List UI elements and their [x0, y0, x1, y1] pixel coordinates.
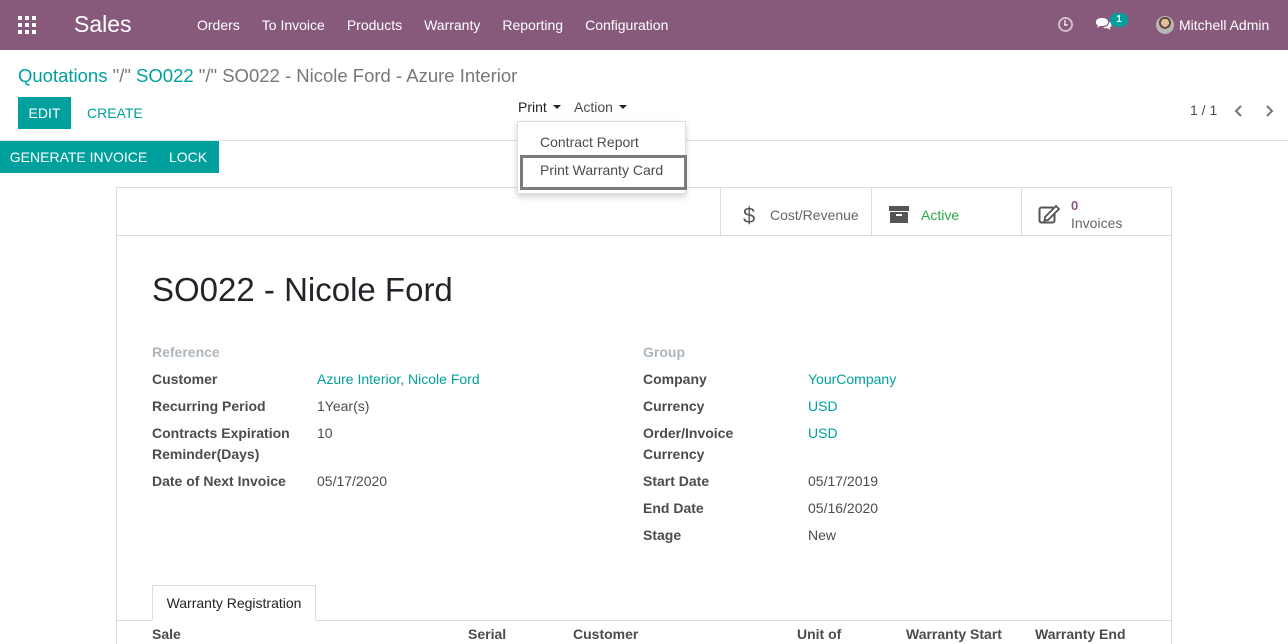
start-date-value: 05/17/2019	[808, 473, 879, 489]
menu-products[interactable]: Products	[336, 0, 413, 50]
menu-warranty[interactable]: Warranty	[413, 0, 491, 50]
menu-reporting[interactable]: Reporting	[491, 0, 574, 50]
menu-to-invoice[interactable]: To Invoice	[251, 0, 336, 50]
stage-value: New	[808, 527, 837, 543]
reference-label: Reference	[152, 344, 220, 360]
app-title[interactable]: Sales	[74, 11, 132, 38]
invoices-count: 0	[1071, 198, 1079, 213]
company-value[interactable]: YourCompany	[808, 369, 896, 390]
tab-warranty-registration[interactable]: Warranty Registration	[152, 585, 316, 621]
group-label: Group	[643, 344, 685, 360]
column-header-customer[interactable]: Customer	[573, 626, 638, 642]
column-header-unit-of[interactable]: Unit of	[797, 626, 841, 642]
customer-label: Customer	[152, 371, 218, 387]
print-dropdown-button[interactable]: Print	[518, 95, 561, 119]
column-header-serial[interactable]: Serial	[468, 626, 506, 642]
user-menu[interactable]: Mitchell Admin	[1179, 0, 1269, 50]
smart-button-box: $ Cost/Revenue Active 0 Invoices	[117, 188, 1171, 236]
stage-label: Stage	[643, 527, 682, 543]
breadcrumb-quotations[interactable]: Quotations	[18, 65, 107, 86]
column-header-warranty-end[interactable]: Warranty End	[1035, 626, 1126, 642]
caret-down-icon	[552, 105, 561, 110]
pager-value[interactable]: 1 / 1	[1190, 102, 1217, 118]
order-currency-label-line2: Currency	[643, 446, 705, 462]
end-date-label: End Date	[643, 500, 704, 516]
main-menu: Orders To Invoice Products Warranty Repo…	[186, 0, 679, 50]
company-label: Company	[643, 371, 707, 387]
order-currency-value[interactable]: USD	[808, 423, 838, 444]
expiration-reminder-label-line2: Reminder(Days)	[152, 446, 260, 462]
breadcrumb: Quotations "/" SO022 "/" SO022 - Nicole …	[18, 65, 517, 87]
create-button[interactable]: CREATE	[87, 97, 143, 129]
next-invoice-date-value: 05/17/2020	[317, 473, 388, 489]
generate-invoice-button[interactable]: GENERATE INVOICE	[0, 141, 157, 173]
currency-value[interactable]: USD	[808, 396, 838, 417]
invoices-button[interactable]: 0 Invoices	[1021, 188, 1171, 236]
menu-item-print-warranty-card[interactable]: Print Warranty Card	[540, 162, 663, 178]
breadcrumb-current: SO022 - Nicole Ford - Azure Interior	[222, 65, 518, 86]
breadcrumb-separator: "/"	[107, 65, 137, 86]
print-label: Print	[518, 99, 547, 115]
next-invoice-date-label: Date of Next Invoice	[152, 473, 286, 489]
edit-button[interactable]: EDIT	[18, 97, 71, 129]
order-currency-label-line1: Order/Invoice	[643, 425, 734, 441]
column-header-sale[interactable]: Sale	[152, 626, 181, 642]
form-sheet: $ Cost/Revenue Active 0 Invoices SO022 -…	[116, 187, 1172, 644]
start-date-label: Start Date	[643, 473, 710, 489]
active-toggle-button[interactable]: Active	[871, 188, 1021, 236]
menu-configuration[interactable]: Configuration	[574, 0, 679, 50]
cost-revenue-label: Cost/Revenue	[770, 207, 859, 223]
chevron-right-icon[interactable]	[1262, 103, 1276, 119]
action-dropdown-button[interactable]: Action	[574, 95, 627, 119]
caret-down-icon	[618, 105, 627, 110]
svg-text:$: $	[743, 203, 755, 225]
apps-grid-icon[interactable]	[18, 16, 36, 34]
top-navbar: Sales Orders To Invoice Products Warrant…	[0, 0, 1288, 50]
avatar[interactable]	[1156, 16, 1174, 34]
activity-clock-icon[interactable]	[1058, 17, 1073, 32]
active-label: Active	[921, 207, 960, 223]
action-label: Action	[574, 99, 613, 115]
menu-orders[interactable]: Orders	[186, 0, 251, 50]
cost-revenue-button[interactable]: $ Cost/Revenue	[720, 188, 871, 236]
column-header-warranty-start[interactable]: Warranty Start	[906, 626, 1002, 642]
currency-label: Currency	[643, 398, 705, 414]
menu-item-contract-report[interactable]: Contract Report	[540, 134, 639, 150]
breadcrumb-separator: "/"	[193, 65, 223, 86]
chevron-left-icon[interactable]	[1232, 103, 1246, 119]
record-title: SO022 - Nicole Ford	[152, 271, 453, 308]
expiration-reminder-label-line1: Contracts Expiration	[152, 425, 290, 441]
dollar-icon: $	[743, 203, 755, 225]
recurring-period-value: 1Year(s)	[317, 398, 370, 414]
archive-icon	[889, 206, 909, 223]
print-dropdown-menu: Contract Report Print Warranty Card	[517, 121, 687, 194]
lock-button[interactable]: LOCK	[157, 141, 219, 173]
edit-document-icon	[1038, 204, 1060, 224]
recurring-period-label: Recurring Period	[152, 398, 266, 414]
breadcrumb-so[interactable]: SO022	[136, 65, 194, 86]
invoices-label: Invoices	[1071, 215, 1123, 231]
end-date-value: 05/16/2020	[808, 500, 879, 516]
expiration-reminder-value: 10	[317, 425, 333, 441]
customer-value[interactable]: Azure Interior, Nicole Ford	[317, 369, 480, 390]
chat-badge: 1	[1110, 13, 1128, 27]
